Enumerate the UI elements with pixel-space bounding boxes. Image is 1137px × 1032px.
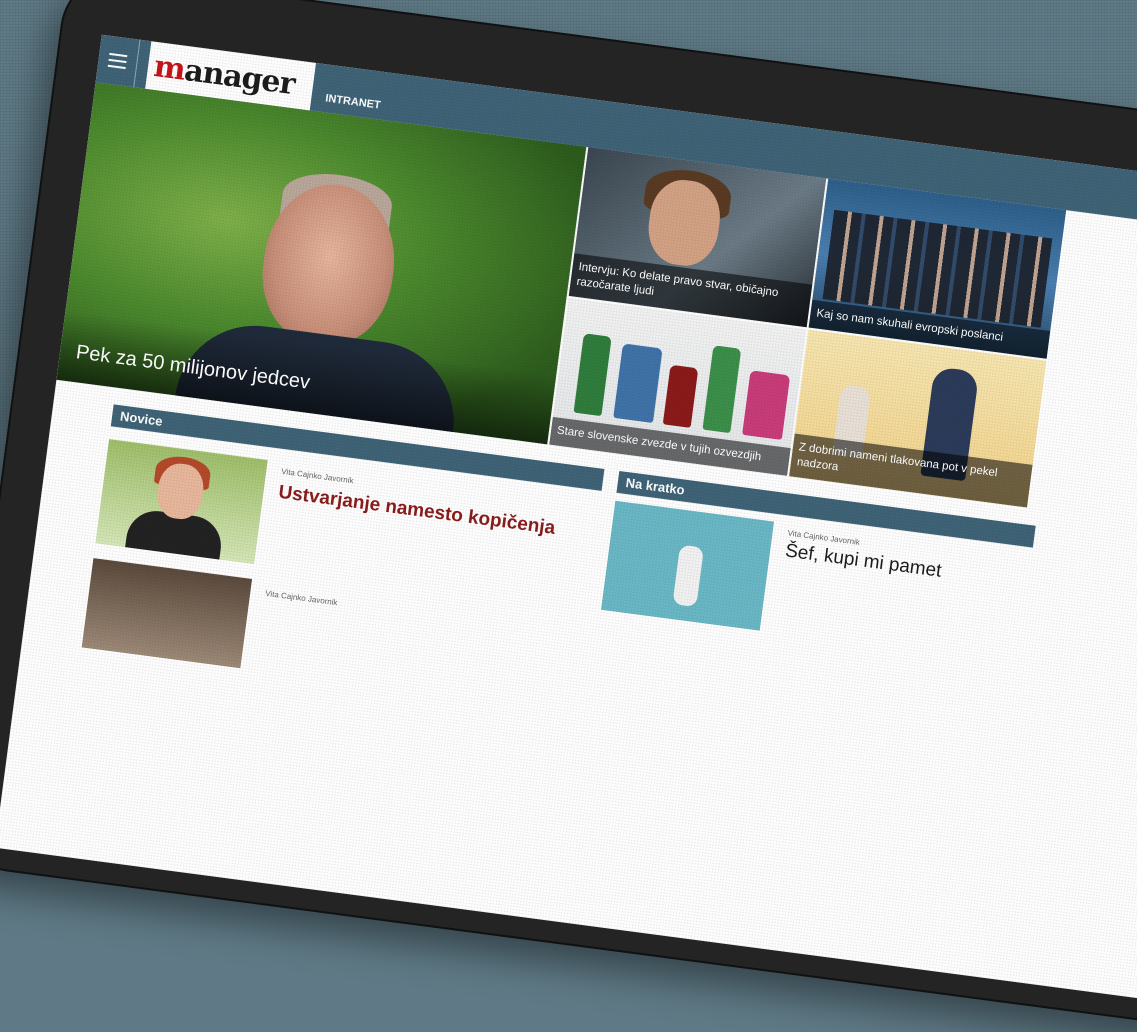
kratko-title[interactable]: Šef, kupi mi pamet <box>784 540 1035 595</box>
tile-caption: Z dobrimi nameni tlakovana pot v pekel n… <box>789 433 1033 508</box>
tile-interview[interactable]: Intervju: Ko delate pravo stvar, običajn… <box>568 147 827 328</box>
product-bottle <box>573 333 612 417</box>
article-title[interactable]: Ustvarjanje namesto kopičenja <box>277 482 577 544</box>
product-bag <box>742 370 791 440</box>
article-author: Vita Cajnko Javornik <box>264 588 339 608</box>
logo-letter-m: m <box>151 48 187 88</box>
kratko-thumbnail[interactable] <box>601 500 775 631</box>
hamburger-icon <box>107 52 128 70</box>
tile-control[interactable]: Z dobrimi nameni tlakovana pot v pekel n… <box>789 329 1047 508</box>
article-thumbnail[interactable] <box>95 439 268 565</box>
product-box <box>613 343 663 423</box>
tablet-screen: m anager INTRANET Pek za 50 milijonov jed… <box>0 34 1137 1010</box>
article-thumbnail[interactable] <box>81 558 253 669</box>
tablet-device: m anager INTRANET Pek za 50 milijonov jed… <box>0 0 1137 1032</box>
section-label-intranet[interactable]: INTRANET <box>325 92 382 111</box>
tile-brands[interactable]: Stare slovenske zvezde v tujih ozvezdjih <box>549 297 807 476</box>
menu-button[interactable] <box>95 34 141 88</box>
tile-eu-mps[interactable]: Kaj so nam skuhali evropski poslanci <box>808 178 1067 359</box>
hero-caption: Pek za 50 milijonov jedcev <box>74 341 312 394</box>
logo-text: anager <box>182 52 297 102</box>
thumb-puppet-figure <box>672 544 705 608</box>
hero-feature[interactable]: Pek za 50 milijonov jedcev <box>56 82 587 445</box>
product-bottle <box>702 345 742 434</box>
product-bottle <box>662 364 699 428</box>
